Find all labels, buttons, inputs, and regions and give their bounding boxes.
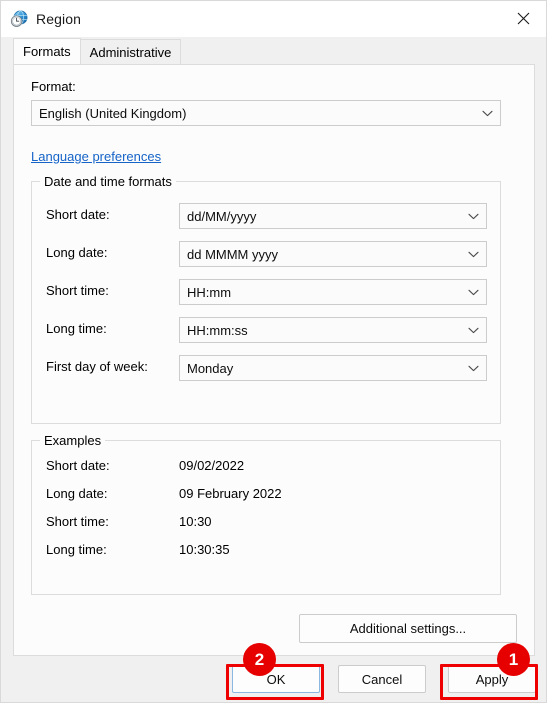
example-short-date-value: 09/02/2022 bbox=[179, 458, 245, 473]
first-day-of-week-value: Monday bbox=[187, 360, 234, 376]
format-label: Format: bbox=[31, 79, 76, 94]
long-time-label: Long time: bbox=[46, 321, 107, 336]
close-icon[interactable] bbox=[500, 1, 546, 36]
example-short-date-label: Short date: bbox=[46, 458, 110, 473]
example-long-date-value: 09 February 2022 bbox=[179, 486, 282, 501]
example-long-date-label: Long date: bbox=[46, 486, 108, 501]
formats-tab-panel: Format: English (United Kingdom) Languag… bbox=[13, 64, 535, 656]
region-dialog-window: Region Formats Administrative Format: En… bbox=[0, 0, 547, 703]
short-time-combobox[interactable]: HH:mm bbox=[179, 279, 487, 305]
example-short-time-value: 10:30 bbox=[179, 514, 212, 529]
cancel-button-label: Cancel bbox=[361, 671, 403, 687]
example-short-time-label: Short time: bbox=[46, 514, 109, 529]
title-bar: Region bbox=[1, 1, 546, 37]
chevron-down-icon bbox=[460, 289, 486, 296]
long-time-row: Long time: HH:mm:ss bbox=[32, 317, 500, 343]
window-title: Region bbox=[36, 11, 81, 27]
chevron-down-icon bbox=[460, 327, 486, 334]
tab-administrative-label: Administrative bbox=[89, 44, 172, 60]
chevron-down-icon bbox=[474, 110, 500, 117]
additional-settings-button-label: Additional settings... bbox=[349, 621, 467, 636]
long-time-combobox[interactable]: HH:mm:ss bbox=[179, 317, 487, 343]
short-date-row: Short date: dd/MM/yyyy bbox=[32, 203, 500, 229]
short-date-label: Short date: bbox=[46, 207, 110, 222]
ok-button[interactable]: OK bbox=[232, 665, 320, 693]
first-day-of-week-combobox[interactable]: Monday bbox=[179, 355, 487, 381]
examples-legend: Examples bbox=[40, 433, 106, 449]
apply-button-label: Apply bbox=[475, 671, 509, 687]
short-date-combobox[interactable]: dd/MM/yyyy bbox=[179, 203, 487, 229]
examples-group: Examples Short date: 09/02/2022 Long dat… bbox=[31, 433, 501, 595]
tab-administrative[interactable]: Administrative bbox=[79, 39, 182, 64]
additional-settings-button[interactable]: Additional settings... bbox=[299, 614, 517, 643]
chevron-down-icon bbox=[460, 213, 486, 220]
first-day-of-week-row: First day of week: Monday bbox=[32, 355, 500, 381]
dialog-footer: OK Cancel Apply bbox=[1, 656, 546, 702]
language-preferences-link[interactable]: Language preferences bbox=[31, 149, 161, 164]
chevron-down-icon bbox=[460, 251, 486, 258]
ok-button-label: OK bbox=[266, 671, 286, 687]
short-time-label: Short time: bbox=[46, 283, 109, 298]
long-date-row: Long date: dd MMMM yyyy bbox=[32, 241, 500, 267]
first-day-of-week-label: First day of week: bbox=[46, 359, 148, 374]
long-date-label: Long date: bbox=[46, 245, 108, 260]
apply-button[interactable]: Apply bbox=[448, 665, 536, 693]
date-time-formats-group: Date and time formats Short date: dd/MM/… bbox=[31, 174, 501, 424]
long-time-value: HH:mm:ss bbox=[187, 322, 248, 338]
format-combobox-value: English (United Kingdom) bbox=[39, 105, 187, 121]
short-time-row: Short time: HH:mm bbox=[32, 279, 500, 305]
format-combobox[interactable]: English (United Kingdom) bbox=[31, 100, 501, 126]
short-date-value: dd/MM/yyyy bbox=[187, 208, 257, 224]
region-globe-clock-icon bbox=[10, 10, 28, 28]
cancel-button[interactable]: Cancel bbox=[338, 665, 426, 693]
tab-formats[interactable]: Formats bbox=[13, 38, 81, 64]
chevron-down-icon bbox=[460, 365, 486, 372]
tab-strip: Formats Administrative bbox=[1, 37, 546, 64]
example-long-time-label: Long time: bbox=[46, 542, 107, 557]
date-time-formats-legend: Date and time formats bbox=[40, 174, 176, 190]
long-date-value: dd MMMM yyyy bbox=[187, 246, 278, 262]
short-time-value: HH:mm bbox=[187, 284, 232, 300]
example-long-time-value: 10:30:35 bbox=[179, 542, 230, 557]
tab-formats-label: Formats bbox=[23, 44, 71, 59]
long-date-combobox[interactable]: dd MMMM yyyy bbox=[179, 241, 487, 267]
